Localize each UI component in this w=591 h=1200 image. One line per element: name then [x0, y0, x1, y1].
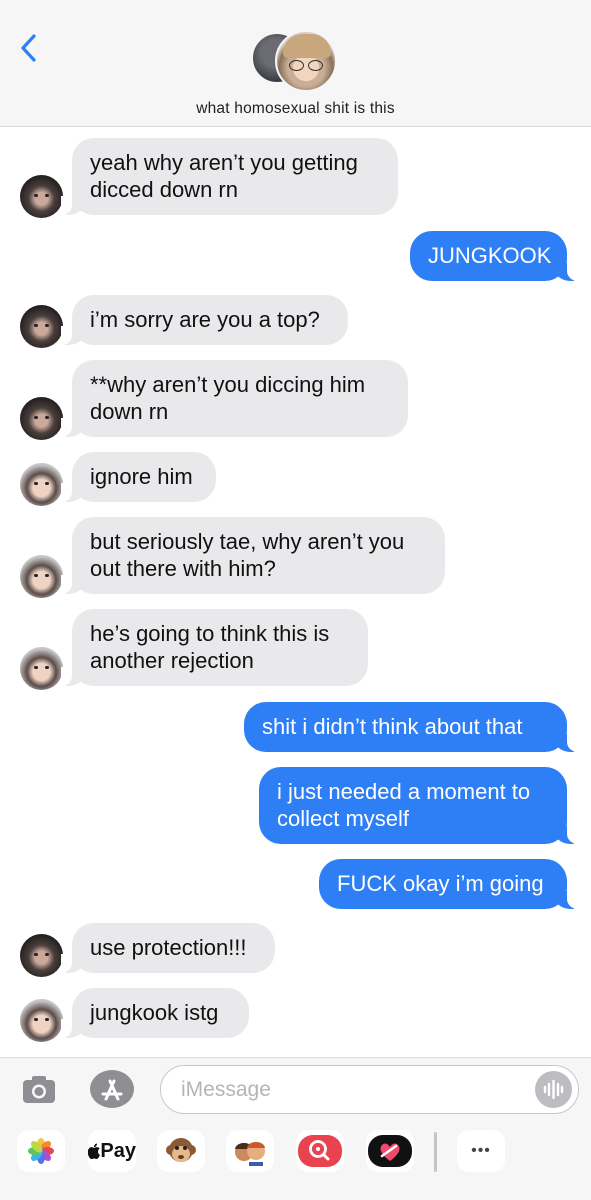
- apple-pay-label: Pay: [100, 1139, 136, 1162]
- more-apps-button[interactable]: •••: [457, 1130, 505, 1172]
- message-text: ignore him: [90, 464, 193, 489]
- message-bubble-incoming[interactable]: **why aren’t you diccing him down rn: [61, 360, 408, 437]
- sender-avatar[interactable]: [20, 397, 63, 440]
- audio-waveform-icon: [543, 1079, 564, 1100]
- message-text: he’s going to think this is another reje…: [90, 621, 330, 673]
- message-bubble-incoming[interactable]: yeah why aren’t you getting dicced down …: [61, 138, 398, 215]
- conversation-header: what homosexual shit is this: [0, 0, 591, 127]
- digital-touch-app-button[interactable]: [366, 1130, 414, 1172]
- message-text: JUNGKOOK: [428, 243, 552, 268]
- message-input[interactable]: [181, 1074, 521, 1106]
- message-text: FUCK okay i’m going: [337, 871, 544, 896]
- message-text: i just needed a moment to collect myself: [277, 779, 531, 831]
- message-text: yeah why aren’t you getting dicced down …: [90, 150, 358, 202]
- sender-avatar[interactable]: [20, 999, 63, 1042]
- group-member-avatar: [275, 30, 337, 92]
- chevron-left-icon: [21, 34, 36, 62]
- monkey-emoji-icon: [166, 1138, 196, 1162]
- group-name[interactable]: what homosexual shit is this: [0, 100, 591, 118]
- more-icon: •••: [471, 1142, 491, 1159]
- sender-avatar[interactable]: [20, 934, 63, 977]
- message-text: **why aren’t you diccing him down rn: [90, 372, 366, 424]
- animoji-app-button[interactable]: [157, 1130, 205, 1172]
- digital-touch-icon: [368, 1135, 412, 1167]
- message-text: but seriously tae, why aren’t you out th…: [90, 529, 405, 581]
- message-bubble-outgoing[interactable]: JUNGKOOK: [410, 231, 578, 281]
- message-bubble-incoming[interactable]: use protection!!!: [61, 923, 275, 973]
- audio-record-button[interactable]: [535, 1071, 572, 1108]
- app-drawer-divider: [434, 1132, 437, 1172]
- sender-avatar[interactable]: [20, 555, 63, 598]
- camera-icon: [23, 1076, 55, 1103]
- message-text: jungkook istg: [90, 1000, 219, 1025]
- message-text: i’m sorry are you a top?: [90, 307, 320, 332]
- composer-bar: Pay: [0, 1057, 591, 1200]
- memoji-app-button[interactable]: [226, 1130, 274, 1172]
- photos-icon: [28, 1138, 54, 1164]
- message-bubble-incoming[interactable]: ignore him: [61, 452, 216, 502]
- memoji-icon: [235, 1142, 265, 1166]
- sender-avatar[interactable]: [20, 647, 63, 690]
- image-search-icon: [298, 1135, 342, 1167]
- camera-button[interactable]: [20, 1072, 58, 1106]
- message-bubble-incoming[interactable]: but seriously tae, why aren’t you out th…: [61, 517, 445, 594]
- app-drawer: Pay •••: [0, 1130, 591, 1180]
- message-input-container[interactable]: [160, 1065, 579, 1114]
- sender-avatar[interactable]: [20, 175, 63, 218]
- sender-avatar[interactable]: [20, 463, 63, 506]
- photos-app-button[interactable]: [17, 1130, 65, 1172]
- message-bubble-incoming[interactable]: he’s going to think this is another reje…: [61, 609, 368, 686]
- message-text: shit i didn’t think about that: [262, 714, 523, 739]
- apple-logo-icon: [88, 1143, 100, 1159]
- group-avatars[interactable]: [251, 30, 341, 92]
- message-bubble-incoming[interactable]: i’m sorry are you a top?: [61, 295, 348, 345]
- message-bubble-outgoing[interactable]: shit i didn’t think about that: [244, 702, 578, 752]
- app-store-button[interactable]: [89, 1069, 135, 1109]
- image-search-app-button[interactable]: [296, 1130, 344, 1172]
- message-bubble-outgoing[interactable]: i just needed a moment to collect myself: [259, 767, 578, 844]
- app-store-icon: [90, 1070, 134, 1108]
- back-button[interactable]: [14, 30, 44, 66]
- sender-avatar[interactable]: [20, 305, 63, 348]
- message-bubble-outgoing[interactable]: FUCK okay i’m going: [319, 859, 578, 909]
- apple-pay-button[interactable]: Pay: [88, 1130, 136, 1172]
- message-thread[interactable]: yeah why aren’t you getting dicced down …: [0, 127, 591, 1057]
- message-text: use protection!!!: [90, 935, 247, 960]
- message-bubble-incoming[interactable]: jungkook istg: [61, 988, 249, 1038]
